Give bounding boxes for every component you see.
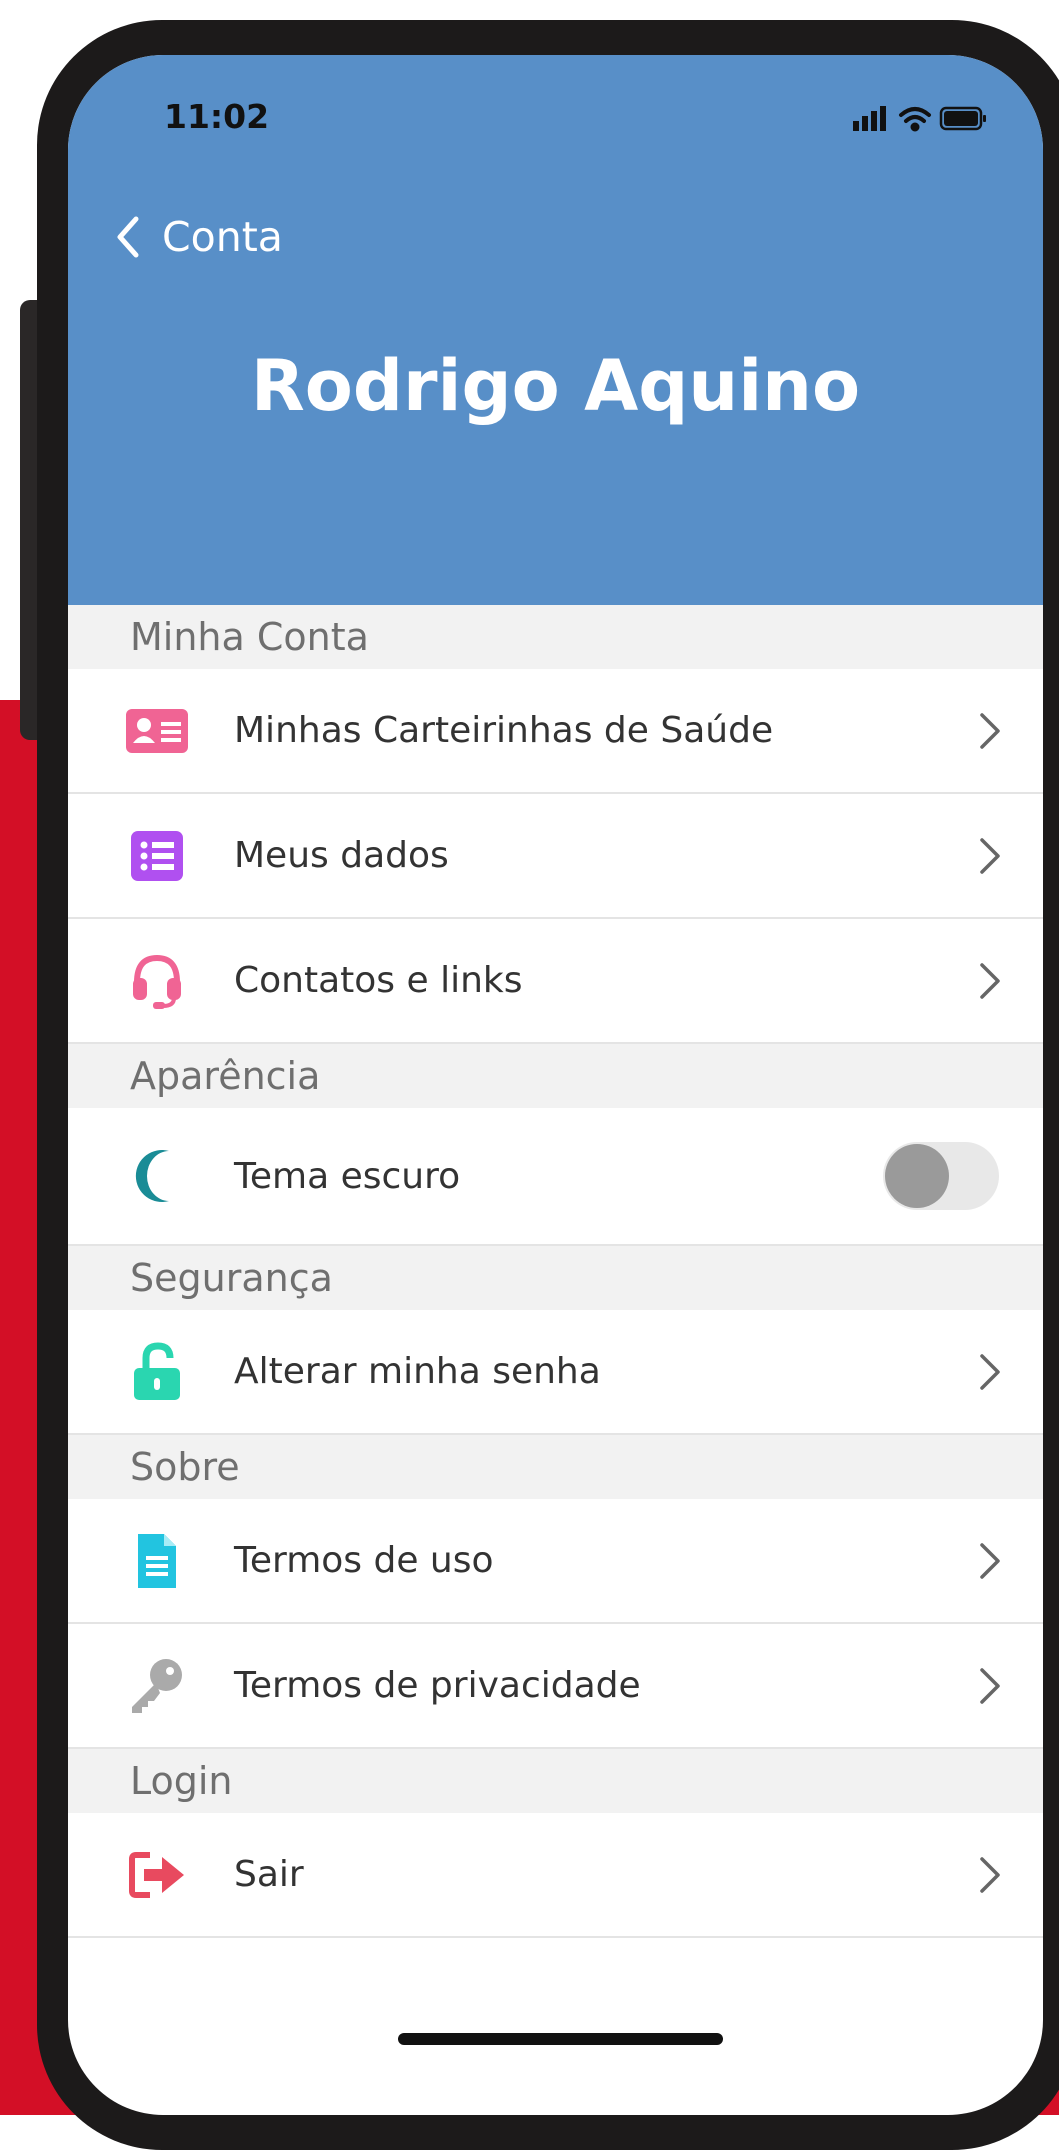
menu-item-label: Minhas Carteirinhas de Saúde <box>234 710 774 751</box>
menu-item-label: Termos de privacidade <box>234 1665 641 1706</box>
section-header-seguranca: Segurança <box>68 1246 1043 1310</box>
chevron-right-icon <box>980 1353 1000 1390</box>
chevron-right-icon <box>980 1542 1000 1579</box>
chevron-left-icon <box>117 216 139 258</box>
menu-item-label: Contatos e links <box>234 960 523 1001</box>
battery-icon <box>939 106 986 131</box>
chevron-right-icon <box>980 837 1000 874</box>
dark-theme-toggle[interactable] <box>883 1142 999 1210</box>
sign-out-icon <box>126 1844 188 1906</box>
back-label: Conta <box>162 213 283 261</box>
menu-item-label: Termos de uso <box>234 1540 494 1581</box>
menu-item-termos-privacidade[interactable]: Termos de privacidade <box>68 1624 1043 1749</box>
signal-icon <box>853 106 886 131</box>
section-header-aparencia: Aparência <box>68 1044 1043 1108</box>
menu-item-sair[interactable]: Sair <box>68 1813 1043 1938</box>
moon-icon <box>126 1145 188 1207</box>
wifi-icon <box>899 107 931 132</box>
id-card-icon <box>126 700 188 762</box>
back-button[interactable]: Conta <box>116 213 283 261</box>
profile-name: Rodrigo Aquino <box>250 345 861 427</box>
menu-item-contatos[interactable]: Contatos e links <box>68 919 1043 1044</box>
menu-item-termos-uso[interactable]: Termos de uso <box>68 1499 1043 1624</box>
menu-item-alterar-senha[interactable]: Alterar minha senha <box>68 1310 1043 1435</box>
key-icon <box>126 1655 188 1717</box>
section-header-login: Login <box>68 1749 1043 1813</box>
section-header-sobre: Sobre <box>68 1435 1043 1499</box>
chevron-right-icon <box>980 712 1000 749</box>
status-icons <box>853 106 986 132</box>
settings-menu: Minha Conta Minhas Carteirinhas de Saúde <box>68 605 1043 1938</box>
home-indicator[interactable] <box>398 2033 723 2045</box>
status-time: 11:02 <box>164 97 270 136</box>
menu-item-label: Tema escuro <box>234 1155 461 1197</box>
chevron-right-icon <box>980 1667 1000 1704</box>
document-icon <box>126 1530 188 1592</box>
section-header-minha-conta: Minha Conta <box>68 605 1043 669</box>
headset-icon <box>126 950 188 1012</box>
menu-item-label: Sair <box>234 1854 304 1895</box>
list-icon <box>126 825 188 887</box>
chevron-right-icon <box>980 1856 1000 1893</box>
toggle-knob <box>885 1144 949 1208</box>
menu-item-meus-dados[interactable]: Meus dados <box>68 794 1043 919</box>
menu-item-tema-escuro: Tema escuro <box>68 1108 1043 1246</box>
chevron-right-icon <box>980 962 1000 999</box>
header: 11:02 Conta Rodrigo Aquino <box>68 55 1043 605</box>
menu-item-carteirinhas[interactable]: Minhas Carteirinhas de Saúde <box>68 669 1043 794</box>
menu-item-label: Alterar minha senha <box>234 1351 601 1392</box>
phone-screen: 11:02 Conta Rodrigo Aquino Minha Conta M… <box>68 55 1043 2115</box>
unlock-icon <box>126 1341 188 1403</box>
menu-item-label: Meus dados <box>234 835 449 876</box>
